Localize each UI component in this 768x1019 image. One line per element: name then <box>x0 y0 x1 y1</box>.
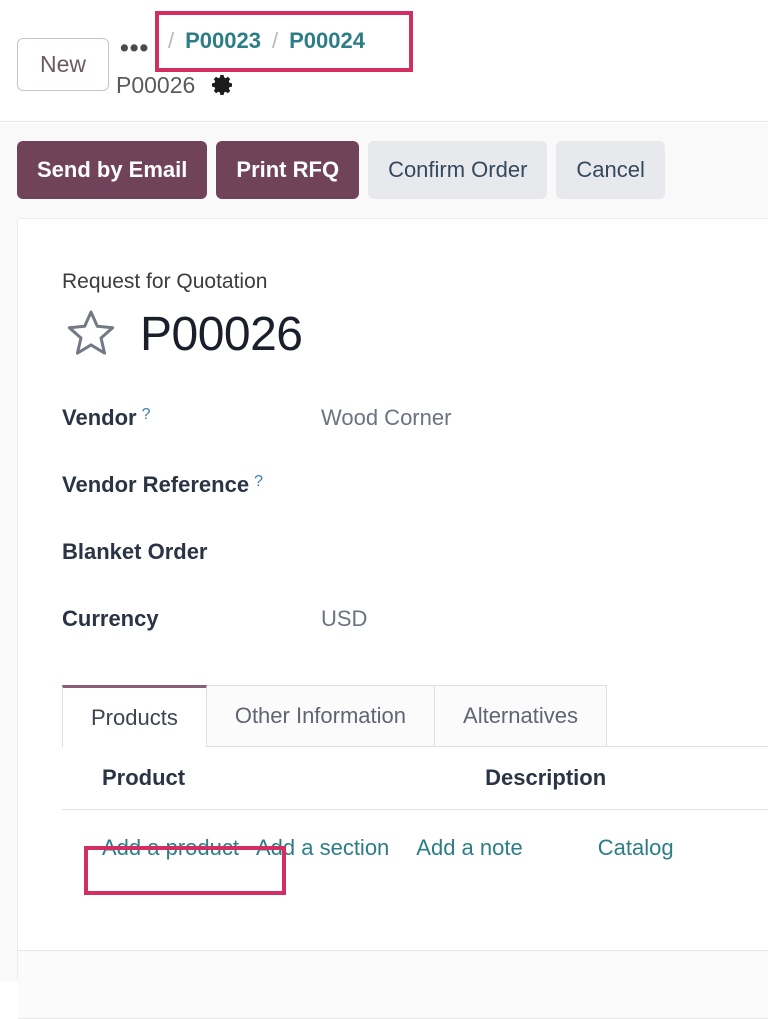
breadcrumb-link-p00024[interactable]: P00024 <box>289 28 365 54</box>
gear-icon[interactable] <box>211 73 235 97</box>
vendor-reference-label-text: Vendor Reference <box>62 472 250 497</box>
currency-label-text: Currency <box>62 606 159 631</box>
currency-value[interactable]: USD <box>321 606 367 632</box>
vendor-reference-help-icon[interactable]: ? <box>254 473 263 491</box>
add-a-product-link[interactable]: Add a product <box>102 835 239 861</box>
tab-products[interactable]: Products <box>62 685 207 747</box>
breadcrumb-overflow-icon[interactable]: ••• <box>120 36 149 61</box>
breadcrumb: / P00023 / P00024 <box>168 28 365 54</box>
confirm-order-button[interactable]: Confirm Order <box>368 141 548 199</box>
tab-other-information[interactable]: Other Information <box>205 685 436 746</box>
order-lines-table-header: Product Description <box>62 747 768 810</box>
column-header-description: Description <box>485 765 607 790</box>
action-button-bar: Send by Email Print RFQ Confirm Order Ca… <box>0 123 768 218</box>
vendor-label: Vendor ? <box>62 405 321 431</box>
order-lines-add-row: Add a product Add a section Add a note C… <box>62 810 768 886</box>
add-a-section-link[interactable]: Add a section <box>256 835 389 861</box>
column-header-product: Product <box>102 765 186 790</box>
notebook-tabs: Products Other Information Alternatives <box>62 685 768 747</box>
new-record-button[interactable]: New <box>17 38 109 91</box>
form-caption: Request for Quotation <box>62 270 268 293</box>
field-row-blanket-order: Blanket Order <box>62 539 722 606</box>
page-title: P00026 <box>140 307 303 361</box>
vendor-value[interactable]: Wood Corner <box>321 405 451 431</box>
field-row-currency: Currency USD <box>62 606 722 673</box>
top-breadcrumb-bar: New ••• / P00023 / P00024 P00026 <box>0 0 768 122</box>
record-title-row: P00026 <box>62 306 303 362</box>
send-by-email-button[interactable]: Send by Email <box>17 141 208 199</box>
breadcrumb-current-record: P00026 <box>116 72 196 98</box>
order-lines-footer-band <box>18 950 768 1019</box>
field-list: Vendor ? Wood Corner Vendor Reference ? … <box>62 405 722 673</box>
new-button-label: New <box>39 51 86 77</box>
form-sheet-container: Request for Quotation P00026 Vendor ? Wo… <box>0 218 768 1019</box>
vendor-label-text: Vendor <box>62 405 137 430</box>
cancel-button[interactable]: Cancel <box>556 141 665 199</box>
catalog-link[interactable]: Catalog <box>598 835 674 861</box>
blanket-order-label: Blanket Order <box>62 539 321 565</box>
star-outline-icon[interactable] <box>62 306 120 362</box>
add-a-note-link[interactable]: Add a note <box>416 835 522 861</box>
breadcrumb-separator-1: / <box>168 28 175 53</box>
field-row-vendor: Vendor ? Wood Corner <box>62 405 722 472</box>
tab-alternatives[interactable]: Alternatives <box>434 685 607 746</box>
form-sheet: Request for Quotation P00026 Vendor ? Wo… <box>17 218 768 1019</box>
print-rfq-button[interactable]: Print RFQ <box>216 141 360 199</box>
vendor-help-icon[interactable]: ? <box>142 406 151 424</box>
vendor-reference-label: Vendor Reference ? <box>62 472 321 498</box>
blanket-order-label-text: Blanket Order <box>62 539 208 564</box>
breadcrumb-link-p00023[interactable]: P00023 <box>185 28 261 54</box>
field-row-vendor-reference: Vendor Reference ? <box>62 472 722 539</box>
currency-label: Currency <box>62 606 321 632</box>
breadcrumb-separator-2: / <box>271 28 279 53</box>
